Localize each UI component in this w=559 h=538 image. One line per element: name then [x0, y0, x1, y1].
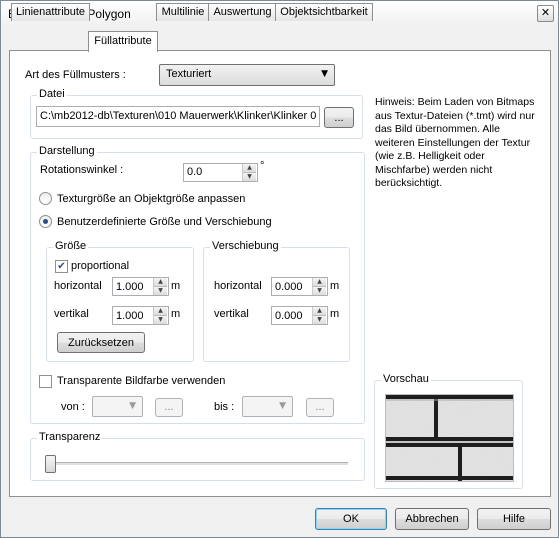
size-vertical-value: 1.000 [116, 310, 144, 322]
to-label: bis : [214, 401, 235, 413]
offset-horizontal-input[interactable]: 0.000 ▲ ▼ [271, 277, 328, 296]
size-horizontal-spinner[interactable]: ▲ ▼ [153, 278, 168, 295]
rotation-unit: ° [260, 160, 265, 172]
size-vertical-label: vertikal [54, 308, 89, 320]
size-horizontal-label: horizontal [54, 280, 102, 292]
spin-down-icon[interactable]: ▼ [313, 287, 326, 295]
rotation-value: 0.0 [187, 166, 203, 178]
radio-custom-label: Benutzerdefinierte Größe und Verschiebun… [57, 216, 272, 228]
to-color-more-button[interactable]: ... [306, 398, 334, 417]
size-group-title: Größe [53, 240, 89, 252]
spin-down-icon[interactable]: ▼ [313, 316, 326, 324]
brick-texture-graphic [386, 395, 513, 481]
texture-preview-image [385, 394, 514, 482]
hint-text: Hinweis: Beim Laden von Bitmaps aus Text… [375, 96, 535, 189]
transparency-group-title: Transparenz [37, 431, 103, 443]
fill-pattern-label: Art des Füllmusters : [25, 69, 126, 81]
transparent-color-label: Transparente Bildfarbe verwenden [57, 375, 226, 387]
file-path-value: C:\mb2012-db\Texturen\010 Mauerwerk\Klin… [40, 110, 316, 122]
tab-panel: Art des Füllmusters : Texturiert ▼ Datei… [9, 50, 551, 497]
size-horizontal-value: 1.000 [116, 281, 144, 293]
fill-pattern-value: Texturiert [166, 68, 212, 80]
chevron-down-icon: ▼ [129, 401, 136, 411]
tab-objektsichtbarkeit[interactable]: Objektsichtbarkeit [275, 3, 373, 21]
size-horizontal-input[interactable]: 1.000 ▲ ▼ [112, 277, 169, 296]
ok-button[interactable]: OK [315, 508, 387, 530]
preview-group-title: Vorschau [381, 373, 431, 385]
rotation-spinner[interactable]: ▲ ▼ [242, 164, 257, 181]
size-vertical-spinner[interactable]: ▲ ▼ [153, 307, 168, 324]
spin-up-icon[interactable]: ▲ [313, 307, 326, 316]
help-button[interactable]: Hilfe [477, 508, 551, 530]
reset-button[interactable]: Zurücksetzen [57, 332, 145, 353]
tab-linienattribute[interactable]: Linienattribute [11, 3, 90, 21]
spin-down-icon[interactable]: ▼ [243, 173, 256, 181]
tab-multilinie[interactable]: Multilinie [156, 3, 210, 21]
offset-vertical-input[interactable]: 0.000 ▲ ▼ [271, 306, 328, 325]
close-icon[interactable]: ✕ [537, 5, 554, 22]
spin-down-icon[interactable]: ▼ [154, 316, 167, 324]
offset-horizontal-value: 0.000 [275, 281, 303, 293]
offset-vertical-unit: m [330, 308, 340, 320]
to-color-select[interactable]: ▼ [242, 396, 293, 417]
proportional-label: proportional [71, 260, 130, 272]
spin-down-icon[interactable]: ▼ [154, 287, 167, 295]
checkmark-icon: ✔ [57, 261, 66, 272]
offset-vertical-label: vertikal [214, 308, 249, 320]
size-vertical-input[interactable]: 1.000 ▲ ▼ [112, 306, 169, 325]
file-group-title: Datei [37, 88, 67, 100]
radio-custom-size[interactable] [39, 215, 52, 228]
fill-pattern-select[interactable]: Texturiert ▼ [159, 64, 335, 86]
browse-button[interactable]: ... [324, 107, 354, 128]
spin-up-icon[interactable]: ▲ [154, 278, 167, 287]
from-color-more-button[interactable]: ... [155, 398, 183, 417]
offset-group: Verschiebung [203, 240, 350, 362]
rotation-label: Rotationswinkel : [40, 164, 124, 176]
cancel-button[interactable]: Abbrechen [395, 508, 469, 530]
offset-vertical-value: 0.000 [275, 310, 303, 322]
display-group-title: Darstellung [37, 145, 97, 157]
transparency-slider-thumb[interactable] [45, 455, 56, 473]
offset-group-title: Verschiebung [210, 240, 281, 252]
transparency-slider-track[interactable] [46, 462, 348, 466]
proportional-checkbox[interactable]: ✔ [55, 260, 68, 273]
transparent-color-checkbox[interactable] [39, 375, 52, 388]
spin-up-icon[interactable]: ▲ [154, 307, 167, 316]
chevron-down-icon: ▼ [279, 401, 286, 411]
file-path-field[interactable]: C:\mb2012-db\Texturen\010 Mauerwerk\Klin… [36, 106, 320, 127]
offset-horizontal-label: horizontal [214, 280, 262, 292]
spin-up-icon[interactable]: ▲ [313, 278, 326, 287]
from-label: von : [61, 401, 85, 413]
dialog-window: Eigenschaften Polygon ✕ Linienattribute … [0, 0, 559, 538]
from-color-select[interactable]: ▼ [92, 396, 143, 417]
radio-fit-to-object[interactable] [39, 192, 52, 205]
transparency-group: Transparenz [30, 431, 365, 481]
size-vertical-unit: m [171, 308, 181, 320]
offset-horizontal-spinner[interactable]: ▲ ▼ [312, 278, 327, 295]
size-horizontal-unit: m [171, 280, 181, 292]
offset-vertical-spinner[interactable]: ▲ ▼ [312, 307, 327, 324]
tab-fuellattribute[interactable]: Füllattribute [88, 31, 158, 52]
offset-horizontal-unit: m [330, 280, 340, 292]
spin-up-icon[interactable]: ▲ [243, 164, 256, 173]
chevron-down-icon: ▼ [321, 69, 328, 79]
radio-fit-label: Texturgröße an Objektgröße anpassen [57, 193, 246, 205]
rotation-input[interactable]: 0.0 ▲ ▼ [183, 163, 258, 182]
tab-auswertung[interactable]: Auswertung [208, 3, 277, 21]
